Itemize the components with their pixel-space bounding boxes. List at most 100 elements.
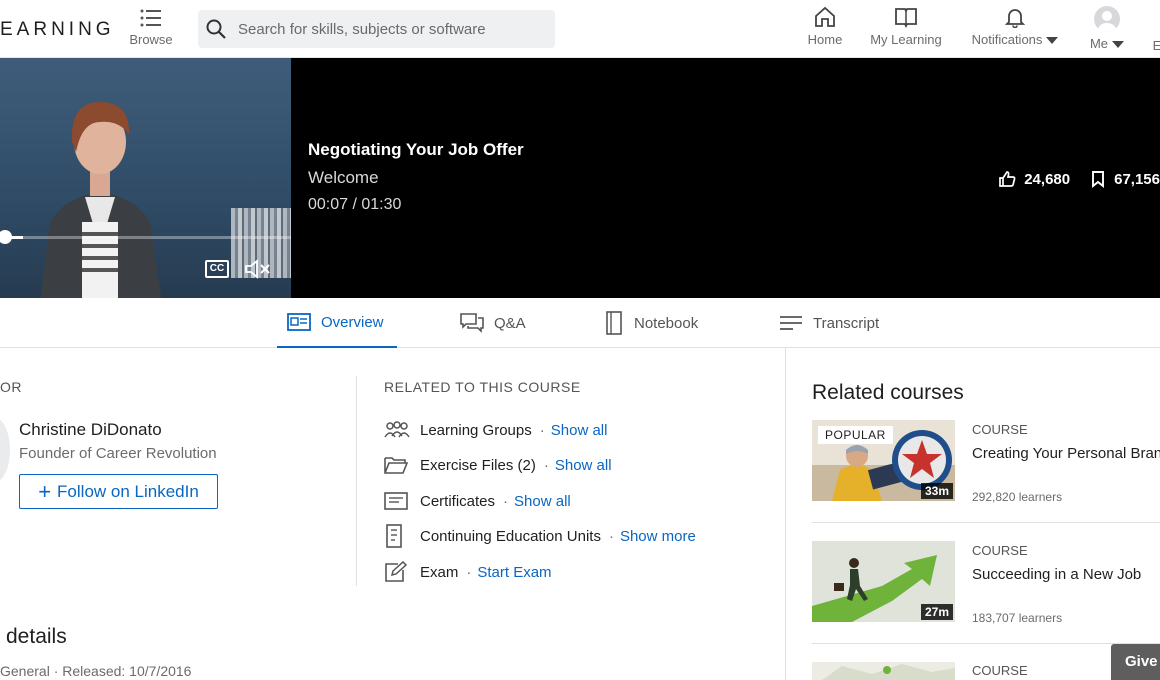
related-row-exam: Exam · Start Exam — [384, 560, 552, 584]
notebook-icon — [606, 311, 622, 335]
instructor-name[interactable]: Christine DiDonato — [19, 420, 162, 440]
menu-grid-icon — [140, 9, 161, 27]
course-name[interactable]: Creating Your Personal Brand — [972, 445, 1160, 462]
course-stats: 24,680 67,156 — [978, 170, 1160, 188]
instructor-avatar[interactable] — [0, 418, 10, 482]
tab-overview[interactable]: Overview — [277, 298, 397, 348]
certificate-icon — [384, 492, 408, 510]
nav-my-learning[interactable]: My Learning — [869, 6, 943, 47]
start-exam-link[interactable]: Start Exam — [477, 564, 551, 581]
video-time: 00:07 / 01:30 — [308, 196, 402, 213]
course-type: COURSE — [972, 422, 1028, 437]
plus-icon: + — [38, 478, 52, 504]
like-count: 24,680 — [1024, 170, 1071, 188]
mute-icon[interactable] — [244, 258, 272, 280]
give-feedback-button[interactable]: Give — [1111, 644, 1160, 680]
course-separator — [812, 522, 1160, 523]
related-course-card[interactable]: POPULAR 33m COURSE Creating Your Persona… — [812, 420, 1160, 510]
video-progress-bar[interactable] — [0, 236, 291, 239]
transcript-icon — [780, 316, 802, 330]
ceu-icon — [386, 524, 402, 548]
course-thumbnail-image — [812, 662, 955, 680]
tab-notebook[interactable]: Notebook — [604, 298, 698, 348]
exam-icon — [385, 561, 408, 582]
search-input[interactable] — [238, 10, 538, 48]
browse-button[interactable]: Browse — [128, 8, 174, 47]
brand-logo[interactable]: EARNING — [0, 19, 115, 41]
avatar — [1094, 6, 1120, 32]
search-bar[interactable] — [198, 10, 555, 48]
groups-icon — [384, 421, 410, 438]
popular-badge: POPULAR — [818, 426, 893, 444]
related-label: Exam — [420, 563, 459, 581]
course-title: Negotiating Your Job Offer — [308, 140, 524, 159]
bell-icon — [1004, 9, 1026, 28]
nav-me-label: Me — [1089, 36, 1109, 51]
tab-transcript-label: Transcript — [813, 314, 880, 332]
course-separator — [812, 643, 1160, 644]
nav-home[interactable]: Home — [806, 6, 844, 47]
related-row-learning-groups: Learning Groups · Show all — [384, 418, 607, 442]
related-label: Certificates — [420, 492, 496, 510]
nav-notifications[interactable]: Notifications — [968, 6, 1062, 47]
course-duration: 33m — [920, 483, 953, 499]
nav-home-label: Home — [807, 32, 843, 47]
thumbs-up-icon — [999, 171, 1016, 187]
course-type: COURSE — [972, 543, 1028, 558]
folder-icon — [384, 457, 408, 474]
tab-notebook-label: Notebook — [634, 314, 699, 332]
save-button[interactable]: 67,156 — [1090, 170, 1160, 188]
save-count: 67,156 — [1114, 170, 1160, 188]
course-thumbnail[interactable]: 27m — [812, 541, 955, 622]
video-header: CC Negotiating Your Job Offer Welcome 00… — [0, 58, 1160, 298]
chapter-title: Welcome — [308, 168, 379, 187]
related-courses-heading: Related courses — [812, 381, 964, 404]
section-divider — [356, 376, 357, 586]
like-button[interactable]: 24,680 — [998, 170, 1070, 188]
show-more-link[interactable]: Show more — [620, 528, 696, 545]
tab-transcript[interactable]: Transcript — [779, 298, 879, 348]
video-scrub-handle[interactable] — [0, 230, 12, 244]
column-divider — [785, 348, 786, 680]
presenter-image — [40, 102, 162, 298]
nav-me[interactable]: Me — [1087, 6, 1127, 51]
related-course-card[interactable]: 27m COURSE Succeeding in a New Job 183,7… — [812, 541, 1160, 631]
video-player[interactable]: CC — [0, 58, 291, 298]
browse-label: Browse — [129, 32, 173, 47]
chevron-down-icon — [1046, 37, 1059, 45]
related-label: Continuing Education Units — [420, 527, 601, 545]
course-learners: 292,820 learners — [972, 490, 1063, 504]
search-icon — [206, 19, 226, 39]
course-name[interactable]: Succeeding in a New Job — [972, 566, 1141, 583]
related-row-ceu: Continuing Education Units · Show more — [384, 524, 696, 548]
tab-overview-label: Overview — [321, 313, 384, 331]
details-meta: General · Released: 10/7/2016 — [0, 663, 192, 679]
related-label: Learning Groups — [420, 421, 532, 439]
show-all-link[interactable]: Show all — [514, 493, 571, 510]
course-thumbnail[interactable]: POPULAR 33m — [812, 420, 955, 501]
course-duration: 27m — [920, 604, 953, 620]
course-thumbnail[interactable] — [812, 662, 955, 680]
course-learners: 183,707 learners — [972, 611, 1063, 625]
instructor-section-heading: OR — [0, 379, 22, 395]
show-all-link[interactable]: Show all — [551, 422, 608, 439]
video-info: Negotiating Your Job Offer Welcome 00:07… — [308, 140, 524, 214]
tab-qa-label: Q&A — [494, 314, 526, 332]
overview-icon — [287, 313, 311, 331]
closed-captions-button[interactable]: CC — [205, 260, 229, 278]
nav-extra-label: E — [1152, 38, 1160, 53]
home-icon — [815, 6, 835, 27]
chat-icon — [460, 313, 484, 333]
nav-extra[interactable]: E — [1152, 38, 1160, 53]
book-icon — [895, 8, 917, 28]
related-course-card[interactable]: COURSE — [812, 662, 1160, 680]
follow-on-linkedin-button[interactable]: + Follow on LinkedIn — [19, 474, 218, 509]
content-tabs: Overview Q&A Notebook Transcript — [0, 298, 1160, 348]
course-type: COURSE — [972, 663, 1028, 678]
chevron-down-icon — [1112, 41, 1125, 49]
tab-qa[interactable]: Q&A — [460, 298, 526, 348]
related-row-certificates: Certificates · Show all — [384, 489, 571, 513]
show-all-link[interactable]: Show all — [555, 457, 612, 474]
related-label: Exercise Files (2) — [420, 456, 536, 474]
top-navigation: EARNING Browse Home My Learning — [0, 0, 1160, 58]
